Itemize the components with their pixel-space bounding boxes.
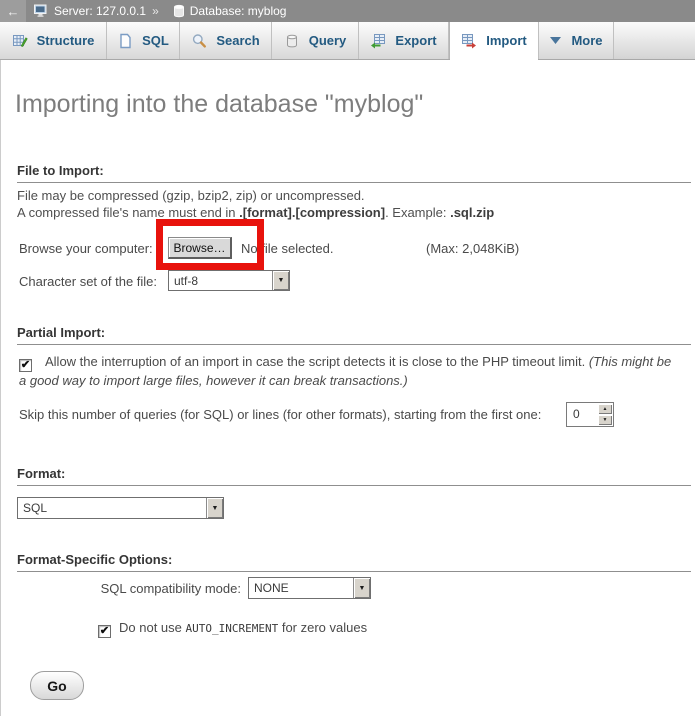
phpmyadmin-import-page: ← Server: 127.0.0.1 » Database: myblog S… [0,0,695,716]
tabbar-filler [614,22,695,59]
help-example-label: . Example: [385,205,450,220]
browse-label: Browse your computer: [19,241,153,256]
auto-increment-text-suffix: for zero values [278,620,367,635]
auto-increment-checkbox[interactable]: ✔ [98,625,111,638]
tab-bar: Structure SQL Search Query [0,22,695,60]
spin-down-icon[interactable]: ▼ [598,415,612,425]
tab-label: Search [216,33,259,48]
query-icon [284,33,300,49]
format-options-heading: Format-Specific Options: [17,552,691,572]
sql-compat-value: NONE [249,578,353,598]
tab-label: SQL [142,33,169,48]
back-icon: ← [7,4,20,19]
help-line-2-text: A compressed file's name must end in [17,205,239,220]
dropdown-arrow-icon[interactable]: ▼ [272,271,289,290]
charset-label: Character set of the file: [19,274,157,289]
format-heading: Format: [17,466,691,486]
go-button[interactable]: Go [30,671,84,700]
file-import-help: File may be compressed (gzip, bzip2, zip… [17,187,494,221]
tab-label: Export [395,33,436,48]
import-icon [461,33,477,49]
allow-interruption-text: Allow the interruption of an import in c… [45,354,589,369]
chevron-down-icon [549,36,562,45]
help-format-pattern: .[format].[compression] [239,205,385,220]
tab-query[interactable]: Query [272,22,359,59]
breadcrumb-separator: » [152,4,159,18]
sql-icon [117,33,133,49]
charset-value: utf-8 [169,271,272,290]
database-icon [173,4,185,18]
sql-compat-select[interactable]: NONE ▼ [248,577,371,599]
format-select[interactable]: SQL ▼ [17,497,224,519]
tab-label: Import [486,33,526,48]
highlight-annotation [156,219,264,270]
help-example-value: .sql.zip [450,205,494,220]
spin-up-icon[interactable]: ▲ [598,404,612,414]
search-icon [191,33,207,49]
allow-interruption-checkbox[interactable]: ✔ [19,359,32,372]
skip-queries-value: 0 [567,403,597,426]
server-icon [34,4,49,18]
allow-interruption-row: ✔ Allow the interruption of an import in … [19,353,674,390]
breadcrumb-bar: ← Server: 127.0.0.1 » Database: myblog [0,0,695,22]
page-title: Importing into the database "myblog" [15,90,423,119]
skip-queries-label: Skip this number of queries (for SQL) or… [19,407,541,422]
tab-export[interactable]: Export [359,22,449,59]
back-button[interactable]: ← [0,0,26,22]
charset-select[interactable]: utf-8 ▼ [168,270,290,291]
tab-import[interactable]: Import [449,22,539,59]
sql-compat-label: SQL compatibility mode: [1,581,241,596]
format-value: SQL [18,498,206,518]
partial-import-heading: Partial Import: [17,325,691,345]
help-line-1: File may be compressed (gzip, bzip2, zip… [17,187,494,204]
tab-search[interactable]: Search [180,22,272,59]
import-content: Importing into the database "myblog" Fil… [0,60,695,716]
spinner-buttons: ▲ ▼ [597,403,613,426]
auto-increment-row: ✔ Do not use AUTO_INCREMENT for zero valu… [98,620,367,638]
tab-more[interactable]: More [539,22,614,59]
export-icon [370,33,386,49]
tab-label: Query [309,33,347,48]
dropdown-arrow-icon[interactable]: ▼ [353,578,370,598]
tab-sql[interactable]: SQL [107,22,180,59]
auto-increment-code: AUTO_INCREMENT [186,622,279,635]
breadcrumb-server[interactable]: Server: 127.0.0.1 [54,4,146,18]
tab-label: More [571,33,602,48]
max-size-text: (Max: 2,048KiB) [426,241,519,256]
auto-increment-text-prefix: Do not use [119,620,186,635]
tab-label: Structure [37,33,95,48]
dropdown-arrow-icon[interactable]: ▼ [206,498,223,518]
file-import-heading: File to Import: [17,163,691,183]
breadcrumb-database[interactable]: Database: myblog [190,4,287,18]
tab-structure[interactable]: Structure [0,22,107,59]
skip-queries-input[interactable]: 0 ▲ ▼ [566,402,614,427]
structure-icon [12,33,28,49]
